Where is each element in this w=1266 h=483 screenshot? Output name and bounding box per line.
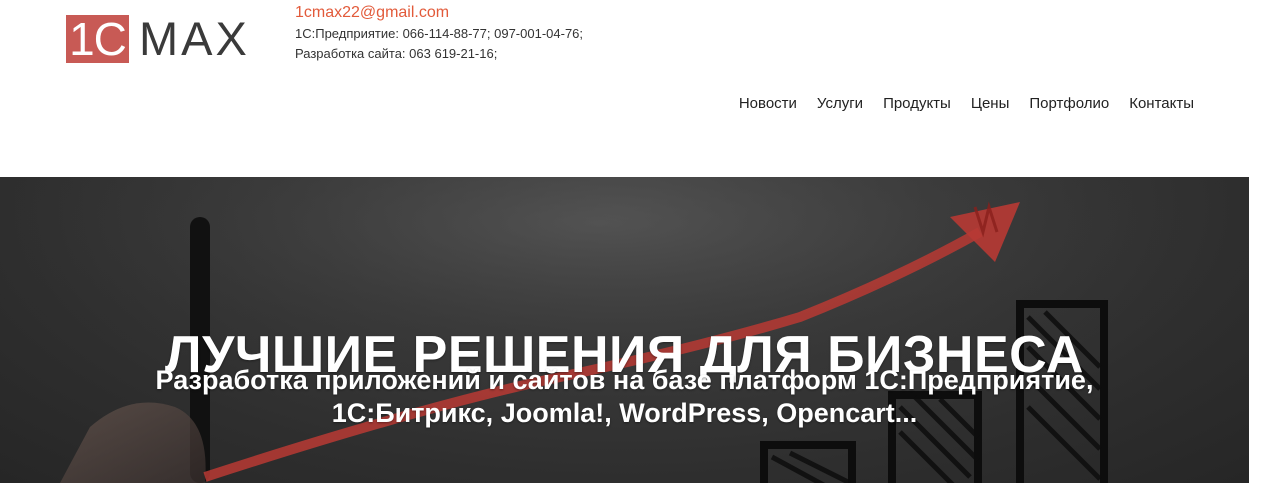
phone-1c: 1С:Предприятие: 066-114-88-77; 097-001-0… bbox=[295, 26, 584, 41]
email-link[interactable]: 1cmax22@gmail.com bbox=[295, 3, 583, 22]
site-header: 1C MAX 1cmax22@gmail.com 1С:Предприятие:… bbox=[0, 0, 1249, 177]
nav-item-news[interactable]: Новости bbox=[739, 94, 797, 113]
logo-wordmark: MAX bbox=[139, 12, 250, 65]
nav-item-products[interactable]: Продукты bbox=[883, 94, 951, 113]
hero-banner: ЛУЧШИЕ РЕШЕНИЯ ДЛЯ БИЗНЕСА Разработка пр… bbox=[0, 177, 1249, 483]
page: 1C MAX 1cmax22@gmail.com 1С:Предприятие:… bbox=[0, 0, 1249, 483]
nav-item-prices[interactable]: Цены bbox=[971, 94, 1010, 113]
hero-subtitle-line2: 1С:Битрикс, Joomla!, WordPress, Opencart… bbox=[331, 398, 918, 428]
hero-subtitle-line1: Разработка приложений и сайтов на базе п… bbox=[155, 365, 1094, 395]
hero-subtitle: Разработка приложений и сайтов на базе п… bbox=[0, 364, 1249, 430]
site-logo[interactable]: 1C MAX bbox=[66, 15, 264, 63]
scrollbar-gutter bbox=[1249, 0, 1266, 483]
nav-item-services[interactable]: Услуги bbox=[817, 94, 863, 113]
nav-item-portfolio[interactable]: Портфолио bbox=[1029, 94, 1109, 113]
phone-web: Разработка сайта: 063 619-21-16; bbox=[295, 46, 498, 61]
nav-item-contacts[interactable]: Контакты bbox=[1129, 94, 1194, 113]
logo-badge: 1C bbox=[66, 15, 129, 63]
contact-block: 1cmax22@gmail.com 1С:Предприятие: 066-11… bbox=[295, 3, 583, 64]
main-nav: Новости Услуги Продукты Цены Портфолио К… bbox=[739, 94, 1194, 113]
